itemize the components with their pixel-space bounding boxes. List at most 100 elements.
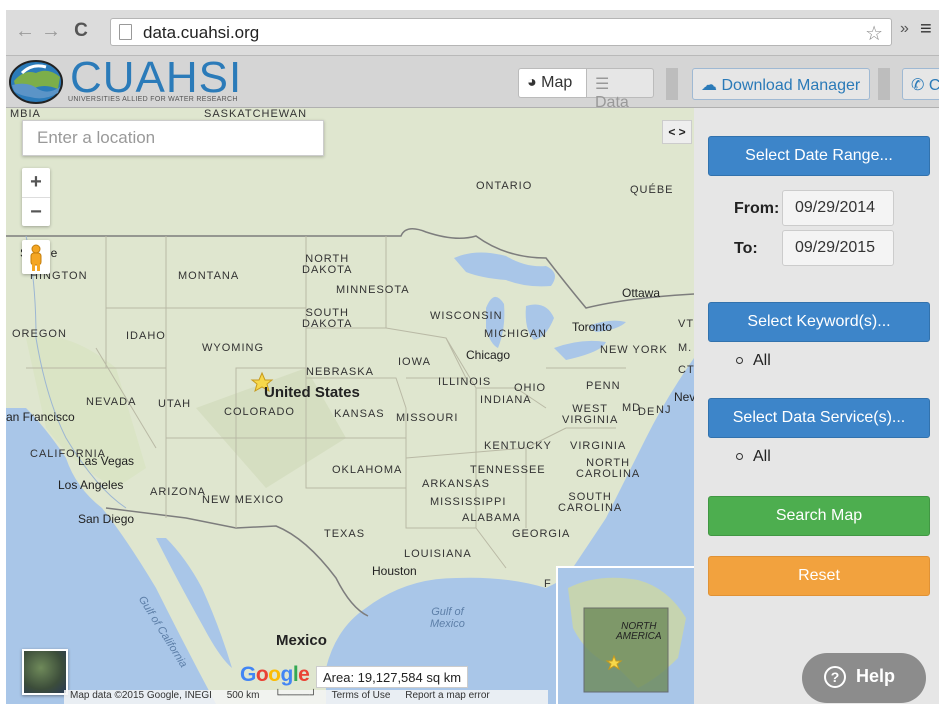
region-label: NJ [656,404,672,416]
forward-arrow-icon[interactable]: → [40,20,62,43]
collapse-panel-button[interactable]: < > [662,120,692,144]
keywords-list-item: All [736,352,771,370]
region-label: VIRGINIA [570,440,627,452]
zoom-in-button[interactable]: + [22,168,50,197]
region-label: MISSOURI [396,412,459,424]
region-label: CT [678,364,694,376]
services-list-item: All [736,448,771,466]
region-label: MISSISSIPPI [430,496,507,508]
help-button[interactable]: ? Help [802,653,926,703]
list-icon: ☰ [595,76,610,93]
region-label: UTAH [158,398,192,410]
region-label: DE [638,406,656,418]
region-label: QUÉBE [630,184,674,196]
country-label-mexico: Mexico [276,632,327,649]
page-icon [119,24,132,40]
reset-button[interactable]: Reset [708,556,930,596]
search-map-button[interactable]: Search Map [708,496,930,536]
reload-icon[interactable]: C [70,20,92,42]
region-label: OREGON [12,328,67,340]
scale-bar: └────┘ [274,690,317,701]
city-label: Las Vegas [78,454,135,468]
select-data-services-button[interactable]: Select Data Service(s)... [708,398,930,438]
download-manager-button[interactable]: ☁ Download Manager [692,68,870,100]
map-canvas[interactable]: MBIA SASKATCHEWAN ONTARIO QUÉBE HINGTON … [6,108,694,704]
region-label: MBIA [10,108,41,120]
address-bar[interactable]: data.cuahsi.org ☆ [110,18,892,46]
url-text: data.cuahsi.org [143,23,260,42]
map-attribution: Map data ©2015 Google, INEGI [70,690,212,701]
region-label: PENN [586,380,621,392]
from-date-field[interactable]: 09/29/2014 [782,190,894,226]
region-label: ALABAMA [462,512,521,524]
filter-panel: Select Date Range... From: 09/29/2014 To… [694,108,939,704]
bookmark-star-icon[interactable]: ☆ [865,21,883,46]
contact-button[interactable]: ✆ Contact [902,68,939,100]
region-label: TEXAS [324,528,366,540]
region-label: INDIANA [480,394,532,406]
globe-icon: ◕ [527,74,537,91]
tab-map[interactable]: ◕ Map [518,68,586,98]
region-label: F [544,578,552,590]
terms-link[interactable]: Terms of Use [326,690,397,701]
satellite-toggle-button[interactable] [22,649,68,695]
back-arrow-icon[interactable]: ← [14,20,36,43]
city-label: Houston [372,564,417,578]
region-label: TENNESSEE [470,464,546,476]
region-label: MONTANA [178,270,240,282]
city-label: Nev [674,390,694,404]
zoom-out-button[interactable]: − [22,197,50,226]
area-readout: Area: 19,127,584 sq km [316,666,468,688]
logo-subtitle: UNIVERSITIES ALLIED FOR WATER RESEARCH [68,96,238,103]
city-label: San Diego [78,512,135,526]
city-label: Ottawa [622,286,661,300]
select-date-range-button[interactable]: Select Date Range... [708,136,930,176]
region-label: LOUISIANA [404,548,472,560]
region-label: WEST VIRGINIA [562,403,619,426]
region-label: ARIZONA [150,486,206,498]
location-search-input[interactable]: Enter a location [22,120,324,156]
app-header: CUAHSI UNIVERSITIES ALLIED FOR WATER RES… [6,53,939,111]
tab-data[interactable]: ☰ Data [586,68,654,111]
region-label: KANSAS [334,408,385,420]
overview-minimap[interactable]: NORTH AMERICA [556,566,694,704]
map-footer: Map data ©2015 Google, INEGI 500 km └───… [64,690,548,704]
region-label: KENTUCKY [484,440,552,452]
region-label: M. [678,342,693,354]
region-label: NEVADA [86,396,137,408]
region-label: SOUTH CAROLINA [558,491,623,514]
region-label: NORTH DAKOTA [302,253,353,276]
report-error-link[interactable]: Report a map error [399,690,495,701]
region-label: VT [678,318,694,330]
region-label: NEW MEXICO [202,494,285,506]
city-label: Chicago [466,348,511,362]
region-label: SASKATCHEWAN [204,108,308,120]
water-label-gulf-of-mexico: Gulf of Mexico [430,606,465,630]
browser-menu-icon[interactable]: ≡ [920,18,932,41]
region-label: WISCONSIN [430,310,503,322]
to-date-field[interactable]: 09/29/2015 [782,230,894,266]
region-label: IDAHO [126,330,166,342]
region-label: ONTARIO [476,180,533,192]
cuahsi-logo-icon[interactable] [8,59,66,105]
select-keywords-button[interactable]: Select Keyword(s)... [708,302,930,342]
region-label: GEORGIA [512,528,571,540]
region-label: MINNESOTA [336,284,410,296]
city-label: an Francisco [6,410,75,424]
extensions-overflow-icon[interactable]: » [900,20,909,38]
question-circle-icon: ? [824,666,846,688]
region-label: MICHIGAN [484,328,547,340]
tab-map-label: Map [541,74,573,91]
to-label: To: [734,240,758,257]
phone-icon: ✆ [911,77,925,94]
street-view-pegman-icon[interactable] [22,240,50,274]
region-label: ARKANSAS [422,478,490,490]
cloud-download-icon: ☁ [701,77,717,94]
contact-label: Contact [929,77,939,94]
browser-toolbar: ← → C data.cuahsi.org ☆ » ≡ [6,10,939,56]
region-label: NEW YORK [600,344,668,356]
region-label: WYOMING [202,342,264,354]
scale-label: 500 km [226,690,260,701]
region-label: SOUTH DAKOTA [302,307,353,330]
zoom-control: + − [22,168,50,226]
